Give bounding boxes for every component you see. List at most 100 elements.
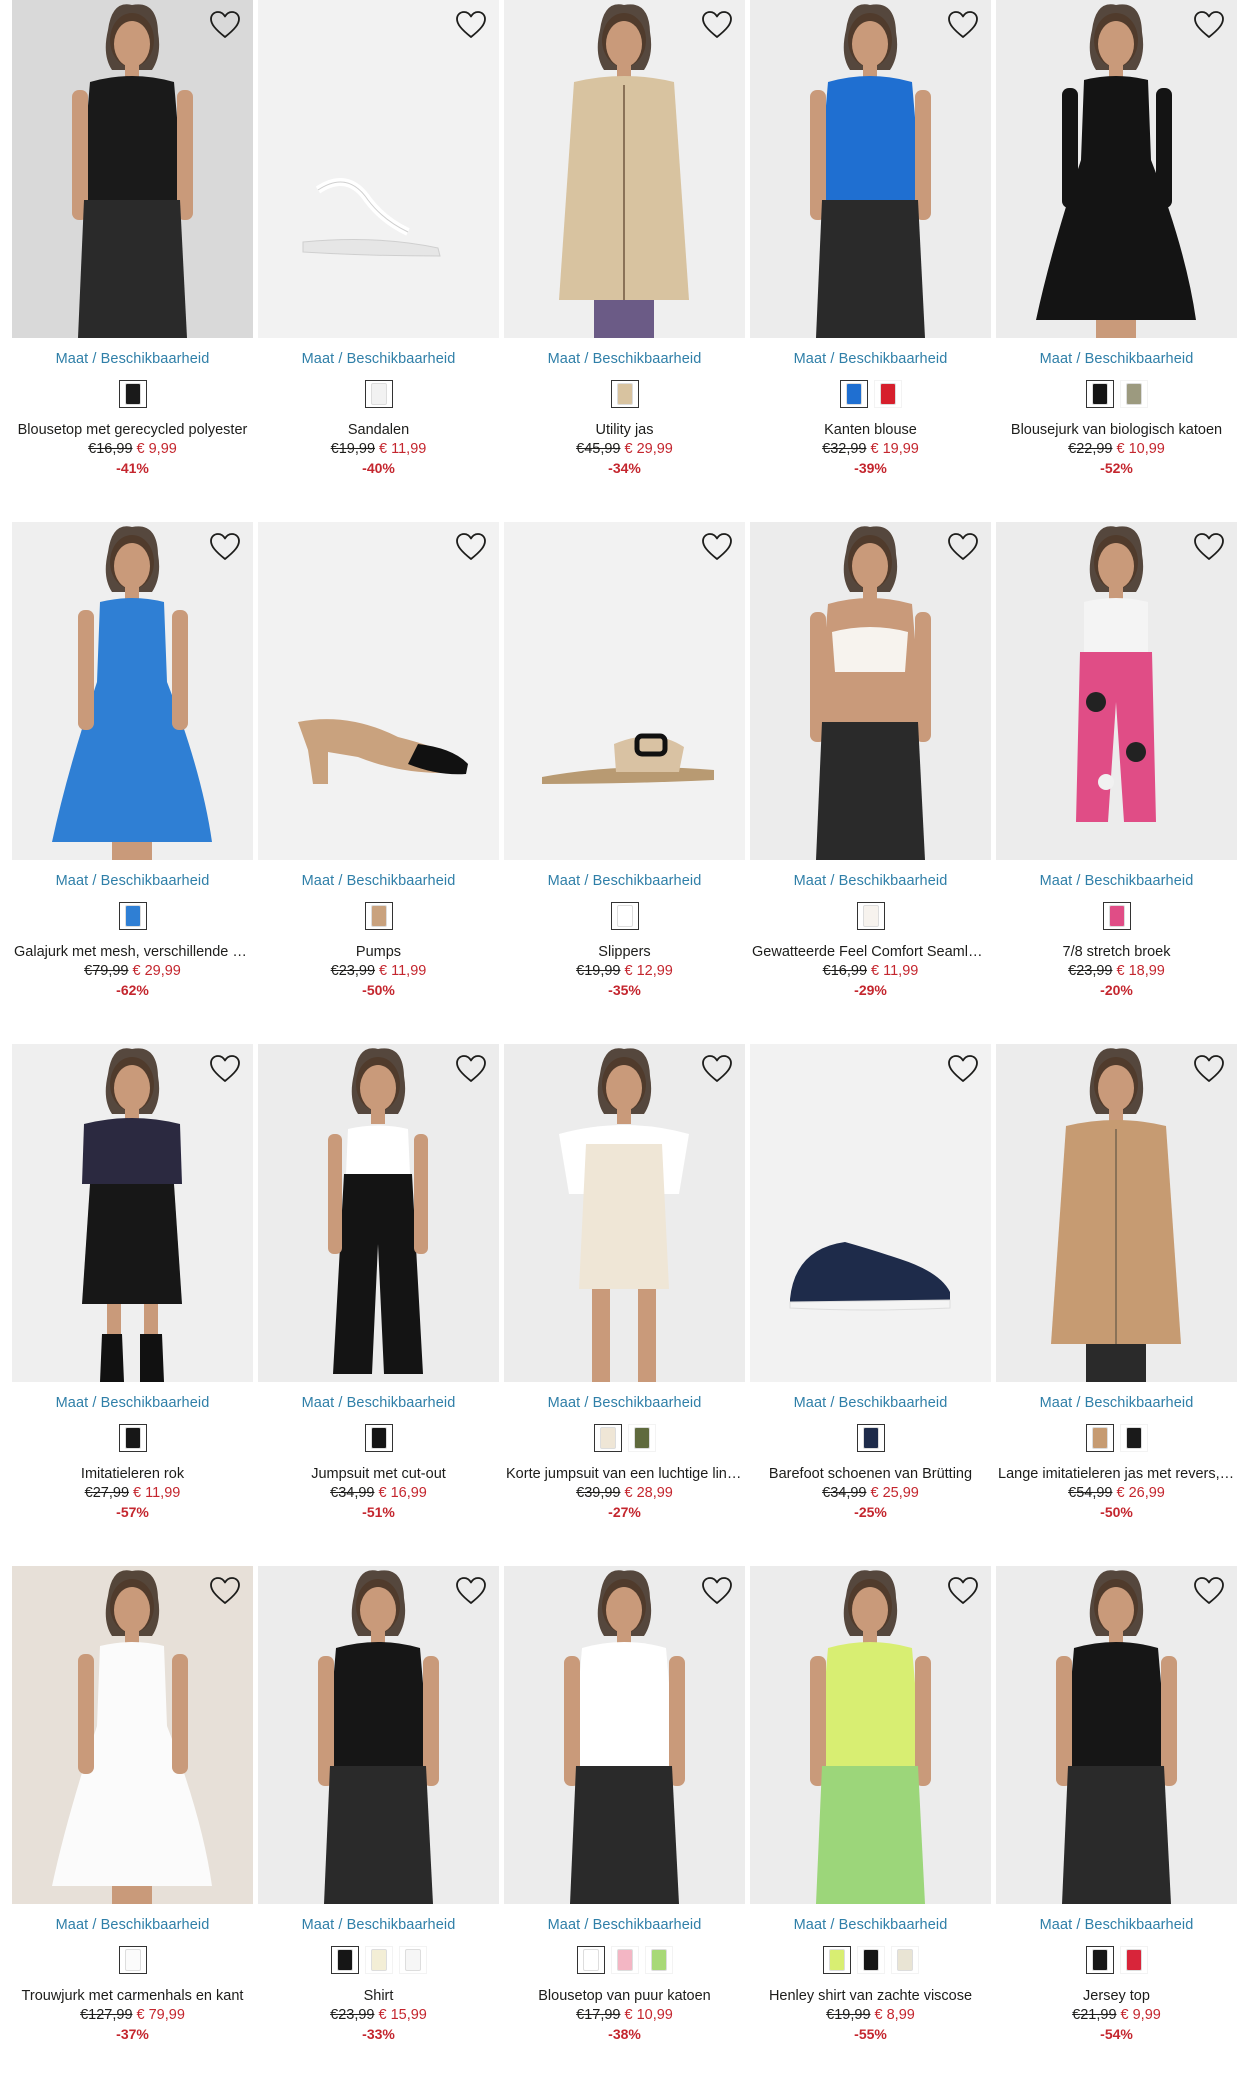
color-swatch[interactable] bbox=[330, 1946, 359, 1974]
favorite-heart-icon[interactable] bbox=[209, 532, 241, 562]
size-availability-link[interactable]: Maat / Beschikbaarheid bbox=[996, 1394, 1237, 1412]
product-name[interactable]: Lange imitatieleren jas met revers, over… bbox=[996, 1465, 1237, 1484]
product-name[interactable]: Barefoot schoenen van Brütting bbox=[750, 1465, 991, 1484]
product-image[interactable] bbox=[12, 522, 253, 860]
product-card[interactable]: Maat / Beschikbaarheid 7/8 stretch broek… bbox=[996, 522, 1237, 1044]
product-card[interactable]: Maat / Beschikbaarheid Trouwjurk met car… bbox=[12, 1566, 253, 2088]
size-availability-link[interactable]: Maat / Beschikbaarheid bbox=[258, 872, 499, 890]
favorite-heart-icon[interactable] bbox=[455, 1576, 487, 1606]
product-card[interactable]: Maat / Beschikbaarheid Blousetop met ger… bbox=[12, 0, 253, 522]
size-availability-link[interactable]: Maat / Beschikbaarheid bbox=[12, 1916, 253, 1934]
product-image[interactable] bbox=[750, 522, 991, 860]
favorite-heart-icon[interactable] bbox=[1193, 1576, 1225, 1606]
color-swatch[interactable] bbox=[610, 380, 639, 408]
color-swatch[interactable] bbox=[1119, 1424, 1148, 1452]
product-name[interactable]: Blousejurk van biologisch katoen bbox=[996, 421, 1237, 440]
product-image[interactable] bbox=[504, 1566, 745, 1904]
size-availability-link[interactable]: Maat / Beschikbaarheid bbox=[750, 350, 991, 368]
size-availability-link[interactable]: Maat / Beschikbaarheid bbox=[258, 350, 499, 368]
product-name[interactable]: Shirt bbox=[258, 1987, 499, 2006]
favorite-heart-icon[interactable] bbox=[209, 1054, 241, 1084]
color-swatch[interactable] bbox=[364, 902, 393, 930]
product-card[interactable]: Maat / Beschikbaarheid Utility jas €45,9… bbox=[504, 0, 745, 522]
product-name[interactable]: Blousetop met gerecycled polyester bbox=[12, 421, 253, 440]
size-availability-link[interactable]: Maat / Beschikbaarheid bbox=[12, 350, 253, 368]
favorite-heart-icon[interactable] bbox=[947, 10, 979, 40]
favorite-heart-icon[interactable] bbox=[209, 1576, 241, 1606]
product-image[interactable] bbox=[504, 0, 745, 338]
color-swatch[interactable] bbox=[576, 1946, 605, 1974]
favorite-heart-icon[interactable] bbox=[1193, 10, 1225, 40]
favorite-heart-icon[interactable] bbox=[455, 532, 487, 562]
product-image[interactable] bbox=[504, 1044, 745, 1382]
color-swatch[interactable] bbox=[1085, 1424, 1114, 1452]
product-name[interactable]: Gewatteerde Feel Comfort Seamless bralet… bbox=[750, 943, 991, 962]
size-availability-link[interactable]: Maat / Beschikbaarheid bbox=[996, 872, 1237, 890]
product-card[interactable]: Maat / Beschikbaarheid Pumps €23,99 € 11,… bbox=[258, 522, 499, 1044]
product-card[interactable]: Maat / Beschikbaarheid Galajurk met mesh… bbox=[12, 522, 253, 1044]
product-image[interactable] bbox=[258, 522, 499, 860]
product-name[interactable]: Slippers bbox=[504, 943, 745, 962]
product-card[interactable]: Maat / Beschikbaarheid Lange imitatieler… bbox=[996, 1044, 1237, 1566]
color-swatch[interactable] bbox=[856, 1946, 885, 1974]
color-swatch[interactable] bbox=[364, 1424, 393, 1452]
product-name[interactable]: Utility jas bbox=[504, 421, 745, 440]
product-name[interactable]: Blousetop van puur katoen bbox=[504, 1987, 745, 2006]
color-swatch[interactable] bbox=[118, 902, 147, 930]
product-card[interactable]: Maat / Beschikbaarheid Shirt €23,99 € 15,… bbox=[258, 1566, 499, 2088]
product-name[interactable]: Henley shirt van zachte viscose bbox=[750, 1987, 991, 2006]
size-availability-link[interactable]: Maat / Beschikbaarheid bbox=[258, 1394, 499, 1412]
size-availability-link[interactable]: Maat / Beschikbaarheid bbox=[996, 1916, 1237, 1934]
size-availability-link[interactable]: Maat / Beschikbaarheid bbox=[996, 350, 1237, 368]
color-swatch[interactable] bbox=[856, 1424, 885, 1452]
product-image[interactable] bbox=[258, 1566, 499, 1904]
product-image[interactable] bbox=[996, 1566, 1237, 1904]
color-swatch[interactable] bbox=[873, 380, 902, 408]
color-swatch[interactable] bbox=[118, 380, 147, 408]
color-swatch[interactable] bbox=[644, 1946, 673, 1974]
color-swatch[interactable] bbox=[822, 1946, 851, 1974]
size-availability-link[interactable]: Maat / Beschikbaarheid bbox=[750, 872, 991, 890]
color-swatch[interactable] bbox=[398, 1946, 427, 1974]
product-name[interactable]: 7/8 stretch broek bbox=[996, 943, 1237, 962]
product-image[interactable] bbox=[12, 1044, 253, 1382]
color-swatch[interactable] bbox=[1102, 902, 1131, 930]
product-image[interactable] bbox=[12, 0, 253, 338]
color-swatch[interactable] bbox=[856, 902, 885, 930]
product-card[interactable]: Maat / Beschikbaarheid Gewatteerde Feel … bbox=[750, 522, 991, 1044]
color-swatch[interactable] bbox=[1085, 1946, 1114, 1974]
product-card[interactable]: Maat / Beschikbaarheid Blousetop van puu… bbox=[504, 1566, 745, 2088]
product-card[interactable]: Maat / Beschikbaarheid Imitatieleren rok… bbox=[12, 1044, 253, 1566]
color-swatch[interactable] bbox=[1119, 1946, 1148, 1974]
favorite-heart-icon[interactable] bbox=[1193, 1054, 1225, 1084]
product-name[interactable]: Korte jumpsuit van een luchtige linnen m… bbox=[504, 1465, 745, 1484]
product-image[interactable] bbox=[996, 522, 1237, 860]
product-image[interactable] bbox=[12, 1566, 253, 1904]
product-card[interactable]: Maat / Beschikbaarheid Kanten blouse €32… bbox=[750, 0, 991, 522]
favorite-heart-icon[interactable] bbox=[701, 532, 733, 562]
product-image[interactable] bbox=[258, 0, 499, 338]
product-image[interactable] bbox=[996, 0, 1237, 338]
product-name[interactable]: Galajurk met mesh, verschillende draagwi… bbox=[12, 943, 253, 962]
color-swatch[interactable] bbox=[839, 380, 868, 408]
size-availability-link[interactable]: Maat / Beschikbaarheid bbox=[750, 1916, 991, 1934]
color-swatch[interactable] bbox=[610, 1946, 639, 1974]
product-image[interactable] bbox=[750, 1044, 991, 1382]
product-image[interactable] bbox=[258, 1044, 499, 1382]
product-card[interactable]: Maat / Beschikbaarheid Blousejurk van bi… bbox=[996, 0, 1237, 522]
color-swatch[interactable] bbox=[118, 1946, 147, 1974]
product-name[interactable]: Kanten blouse bbox=[750, 421, 991, 440]
size-availability-link[interactable]: Maat / Beschikbaarheid bbox=[12, 1394, 253, 1412]
color-swatch[interactable] bbox=[890, 1946, 919, 1974]
color-swatch[interactable] bbox=[364, 380, 393, 408]
product-name[interactable]: Jumpsuit met cut-out bbox=[258, 1465, 499, 1484]
size-availability-link[interactable]: Maat / Beschikbaarheid bbox=[504, 872, 745, 890]
color-swatch[interactable] bbox=[1119, 380, 1148, 408]
favorite-heart-icon[interactable] bbox=[947, 1054, 979, 1084]
product-name[interactable]: Sandalen bbox=[258, 421, 499, 440]
product-card[interactable]: Maat / Beschikbaarheid Jersey top €21,99… bbox=[996, 1566, 1237, 2088]
product-image[interactable] bbox=[504, 522, 745, 860]
product-image[interactable] bbox=[750, 1566, 991, 1904]
favorite-heart-icon[interactable] bbox=[1193, 532, 1225, 562]
product-image[interactable] bbox=[996, 1044, 1237, 1382]
